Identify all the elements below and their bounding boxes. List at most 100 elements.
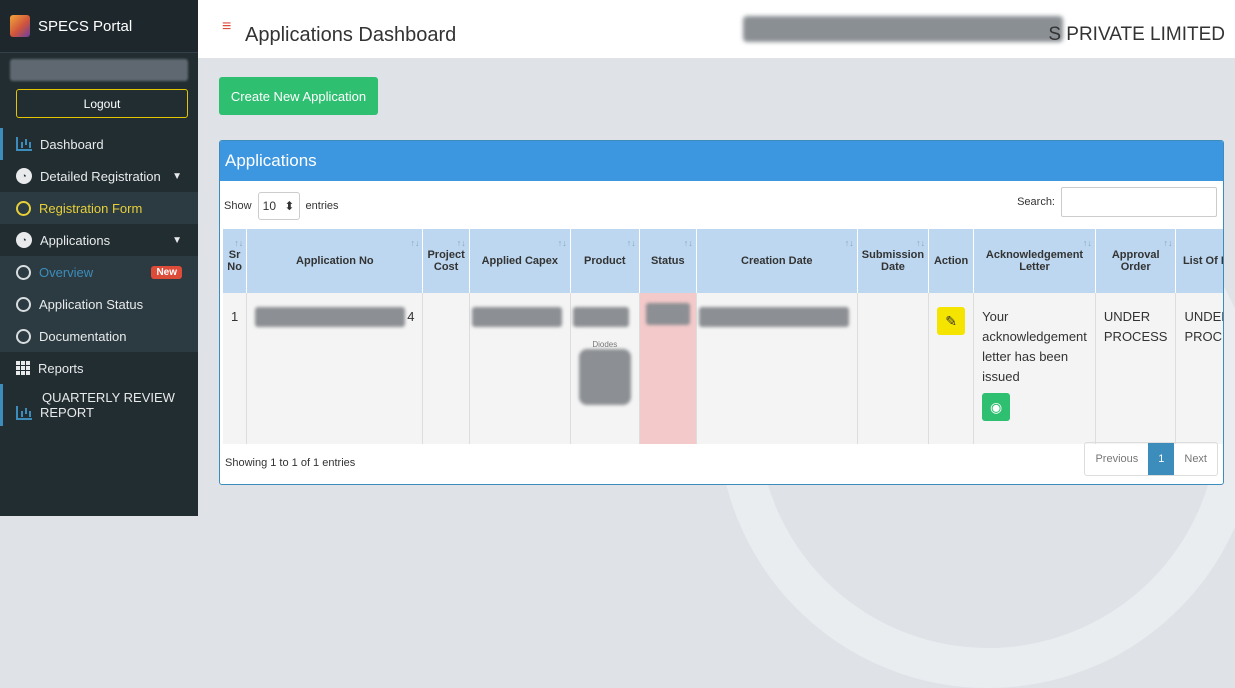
cell-product: Diodes — [570, 293, 640, 444]
redacted-value — [572, 307, 629, 327]
page-1-button[interactable]: 1 — [1148, 443, 1175, 475]
create-application-button[interactable]: Create New Application — [219, 77, 378, 115]
table-row: 1 4 Diodes ✎ Your acknowledgement letter… — [223, 293, 1223, 444]
column-header[interactable]: Action — [928, 229, 975, 293]
panel-title: Applications — [220, 141, 1223, 181]
circle-icon — [16, 328, 31, 344]
column-header[interactable]: Product ↑↓ — [570, 229, 640, 293]
cell-applied-capex — [469, 293, 571, 444]
column-header[interactable]: Status ↑↓ — [639, 229, 697, 293]
column-header[interactable]: Submission Date ↑↓ — [857, 229, 930, 293]
sort-icon: ↑↓ — [626, 238, 636, 248]
sidebar-item-label: Application Status — [39, 296, 144, 312]
redacted-value — [698, 307, 849, 327]
sort-icon: ↑↓ — [916, 238, 926, 248]
redacted-value — [255, 307, 406, 327]
sort-icon: ↑↓ — [1082, 238, 1092, 248]
sidebar-item-reports[interactable]: Reports — [0, 352, 198, 384]
registration-submenu: Registration Form — [0, 192, 198, 224]
menu-toggle-icon[interactable]: ≡ — [222, 19, 231, 35]
sidebar-item-label: QUARTERLY REVIEW — [42, 390, 175, 405]
sidebar-item-detailed-registration[interactable]: ◔ Detailed Registration ▼ — [0, 160, 198, 192]
entries-label: entries — [305, 200, 339, 212]
table-header-row: Sr No ↑↓ Application No ↑↓ Project Cost ↑↓ … — [223, 229, 1223, 293]
sidebar-item-label: Dashboard — [40, 136, 104, 152]
main-content: Create New Application Applications Show… — [198, 58, 1235, 688]
sidebar-item-label: REPORT — [40, 405, 94, 420]
top-header: ≡ Applications Dashboard S PRIVATE LIMIT… — [198, 0, 1235, 58]
brand[interactable]: SPECS Portal — [0, 0, 198, 53]
table-toolbar: Show 10 ⬍ entries Search: — [220, 181, 1223, 229]
previous-page-button[interactable]: Previous — [1085, 443, 1148, 475]
logout-button[interactable]: Logout — [16, 89, 188, 118]
entries-control: Show 10 ⬍ entries — [224, 192, 339, 220]
sidebar-item-quarterly-review[interactable]: QUARTERLY REVIEW REPORT — [0, 384, 198, 426]
bar-chart-icon — [16, 405, 32, 420]
show-label: Show — [224, 200, 252, 212]
table-info: Showing 1 to 1 of 1 entries — [225, 457, 356, 469]
edit-icon[interactable]: ✎ — [937, 307, 966, 335]
circle-icon — [16, 296, 31, 312]
sidebar-item-documentation[interactable]: Documentation — [0, 320, 198, 352]
applications-panel: Applications Show 10 ⬍ entries Search: S… — [219, 140, 1224, 485]
app-no-suffix: 4 — [407, 309, 415, 324]
grid-icon — [16, 361, 30, 375]
cell-list-of-items: UNDER PROCESS — [1175, 293, 1223, 444]
applications-submenu: Overview New Application Status Document… — [0, 256, 198, 352]
cell-submission-date — [857, 293, 930, 444]
column-header[interactable]: Approval Order ↑↓ — [1095, 229, 1177, 293]
next-page-button[interactable]: Next — [1174, 443, 1217, 475]
brand-title: SPECS Portal — [38, 17, 133, 35]
new-badge: New — [151, 265, 182, 279]
cell-approval-order: UNDER PROCESS — [1095, 293, 1177, 444]
search-input[interactable] — [1061, 187, 1217, 217]
redacted-value — [578, 349, 631, 405]
sort-updown-icon: ⬍ — [284, 199, 295, 213]
column-header[interactable]: Project Cost ↑↓ — [422, 229, 470, 293]
sidebar-item-registration-form[interactable]: Registration Form — [0, 192, 198, 224]
cell-action: ✎ — [928, 293, 975, 444]
cell-status — [639, 293, 697, 444]
sidebar-item-label: Registration Form — [39, 200, 143, 216]
sort-icon: ↑↓ — [456, 238, 466, 248]
sidebar-item-label: Applications — [40, 232, 111, 248]
pagination: Previous 1 Next — [1084, 442, 1218, 476]
redacted-value — [645, 303, 690, 325]
sidebar-item-dashboard[interactable]: Dashboard — [0, 128, 198, 160]
sidebar: SPECS Portal Logout Dashboard ◔ Detailed… — [0, 0, 198, 516]
column-header[interactable]: Creation Date ↑↓ — [696, 229, 858, 293]
sidebar-item-label: Detailed Registration — [40, 168, 161, 184]
dashboard-gauge-icon: ◔ — [16, 232, 32, 248]
sort-icon: ↑↓ — [410, 238, 420, 248]
sidebar-item-applications[interactable]: ◔ Applications ▼ — [0, 224, 198, 256]
page-title: Applications Dashboard — [245, 24, 457, 46]
bar-chart-icon — [16, 137, 32, 151]
cell-project-cost — [422, 293, 470, 444]
redacted-value — [471, 307, 562, 327]
column-header[interactable]: List Of Items↑↓ — [1175, 229, 1223, 293]
column-header[interactable]: Applied Capex ↑↓ — [469, 229, 571, 293]
sidebar-item-label: Documentation — [39, 328, 127, 344]
cell-application-no: 4 — [246, 293, 424, 444]
user-name-redacted — [10, 59, 188, 81]
eye-icon[interactable]: ◉ — [982, 393, 1011, 421]
sort-icon: ↑↓ — [1163, 238, 1173, 248]
search-control: Search: — [1017, 187, 1217, 217]
chevron-down-icon: ▼ — [172, 234, 182, 246]
chevron-down-icon: ▼ — [172, 170, 182, 182]
entries-select[interactable]: 10 ⬍ — [257, 192, 300, 220]
sort-icon: ↑↓ — [844, 238, 854, 248]
sort-icon: ↑↓ — [557, 238, 567, 248]
circle-icon — [16, 200, 31, 216]
sidebar-item-application-status[interactable]: Application Status — [0, 288, 198, 320]
sidebar-item-label: Overview — [39, 264, 94, 280]
sidebar-item-overview[interactable]: Overview New — [0, 256, 198, 288]
search-label: Search: — [1017, 196, 1055, 208]
column-header[interactable]: Acknowledgement Letter ↑↓ — [973, 229, 1096, 293]
column-header[interactable]: Application No ↑↓ — [246, 229, 424, 293]
logo-icon — [10, 15, 30, 37]
entries-value: 10 — [262, 199, 277, 213]
column-header[interactable]: Sr No ↑↓ — [223, 229, 248, 293]
sidebar-nav: Dashboard ◔ Detailed Registration ▼ Regi… — [0, 128, 198, 426]
company-name-redacted — [743, 16, 1063, 42]
